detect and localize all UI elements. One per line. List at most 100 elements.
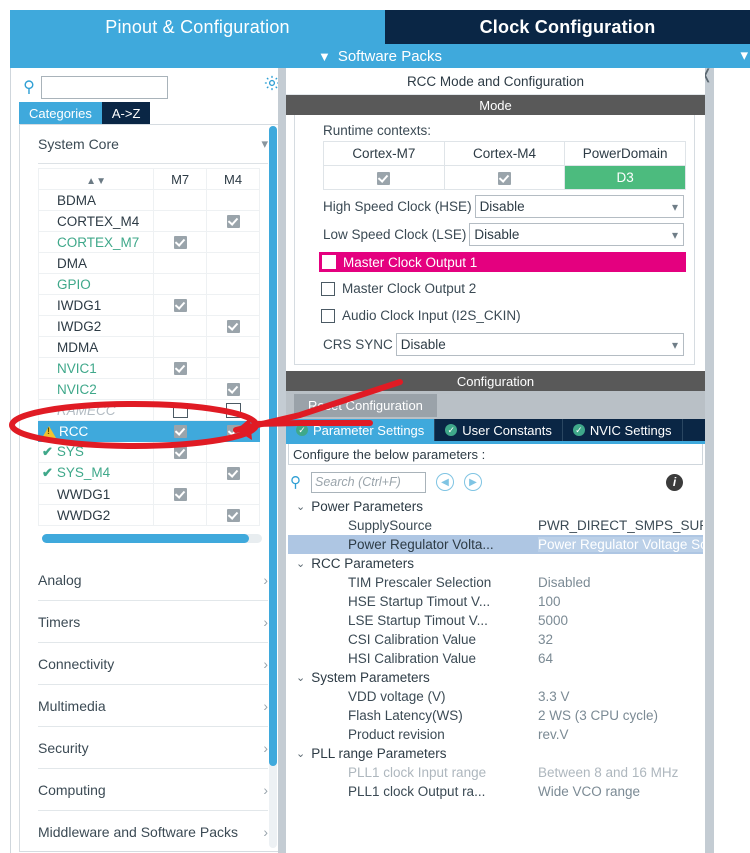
table-row[interactable]: DMA bbox=[37, 252, 260, 274]
checkbox-cell-m7[interactable] bbox=[153, 294, 208, 316]
sidebar-category-connectivity[interactable]: Connectivity › bbox=[38, 643, 268, 685]
column-header-name[interactable]: ▲▼ bbox=[37, 168, 155, 190]
checkbox-cell-m4[interactable] bbox=[206, 441, 260, 463]
checkbox-cell-m7[interactable] bbox=[153, 189, 208, 211]
tab-user-constants[interactable]: ✓ User Constants bbox=[435, 419, 563, 441]
checkbox-cell-m4[interactable] bbox=[206, 420, 260, 442]
parameter-row[interactable]: HSI Calibration Value 64 bbox=[288, 649, 703, 668]
parameter-row[interactable]: PLL1 clock Output ra... Wide VCO range bbox=[288, 782, 703, 801]
table-row[interactable]: WWDG2 bbox=[37, 504, 260, 526]
parameter-group-power-parameters[interactable]: ⌄ Power Parameters bbox=[288, 497, 703, 516]
lse-select[interactable]: Disable ▾ bbox=[469, 223, 684, 246]
search-input[interactable] bbox=[41, 75, 168, 99]
checkbox-cell-m7[interactable] bbox=[153, 273, 208, 295]
sidebar-category-computing[interactable]: Computing › bbox=[38, 769, 268, 811]
table-row[interactable]: NVIC2 bbox=[37, 378, 260, 400]
checkbox-cell-m4[interactable] bbox=[206, 210, 260, 232]
parameter-row[interactable]: Flash Latency(WS) 2 WS (3 CPU cycle) bbox=[288, 706, 703, 725]
checkbox-master-clock-output-1[interactable]: Master Clock Output 1 bbox=[319, 252, 686, 272]
checkbox-audio-clock-input[interactable]: Audio Clock Input (I2S_CKIN) bbox=[321, 305, 684, 326]
tab-clock-configuration[interactable]: Clock Configuration bbox=[385, 10, 750, 44]
runtime-value-cortex-m7[interactable] bbox=[323, 165, 445, 190]
checkbox-cell-m4[interactable] bbox=[206, 294, 260, 316]
checkbox-cell-m7[interactable] bbox=[153, 231, 208, 253]
parameter-value[interactable]: 3.3 V bbox=[538, 689, 703, 704]
table-row[interactable]: ✔ SYS bbox=[37, 441, 260, 463]
parameter-row[interactable]: HSE Startup Timout V... 100 bbox=[288, 592, 703, 611]
table-row[interactable]: IWDG2 bbox=[37, 315, 260, 337]
panel-splitter-middle[interactable] bbox=[278, 68, 286, 853]
parameter-value[interactable]: PWR_DIRECT_SMPS_SUPPLY bbox=[538, 518, 703, 533]
runtime-value-cortex-m4[interactable] bbox=[443, 165, 566, 190]
table-row[interactable]: NVIC1 bbox=[37, 357, 260, 379]
checkbox-cell-m4[interactable] bbox=[206, 273, 260, 295]
checkbox-cell-m4[interactable] bbox=[206, 378, 260, 400]
table-row[interactable]: MDMA bbox=[37, 336, 260, 358]
checkbox-cell-m4[interactable] bbox=[206, 483, 260, 505]
table-row[interactable]: BDMA bbox=[37, 189, 260, 211]
checkbox-cell-m4[interactable] bbox=[206, 504, 260, 526]
sidebar-category-analog[interactable]: Analog › bbox=[38, 559, 268, 601]
parameter-row[interactable]: CSI Calibration Value 32 bbox=[288, 630, 703, 649]
table-row[interactable]: IWDG1 bbox=[37, 294, 260, 316]
table-row[interactable]: CORTEX_M7 bbox=[37, 231, 260, 253]
tab-a-to-z[interactable]: A->Z bbox=[101, 102, 151, 124]
parameter-row[interactable]: Product revision rev.V bbox=[288, 725, 703, 744]
tree-horizontal-scrollbar[interactable] bbox=[42, 534, 262, 543]
checkbox-cell-m4[interactable] bbox=[206, 231, 260, 253]
checkbox-cell-m4[interactable] bbox=[206, 252, 260, 274]
crs-sync-select[interactable]: Disable ▾ bbox=[395, 333, 684, 356]
table-row[interactable]: WWDG1 bbox=[37, 483, 260, 505]
tab-nvic-settings[interactable]: ✓ NVIC Settings bbox=[563, 419, 683, 441]
checkbox-cell-m4[interactable] bbox=[206, 315, 260, 337]
tab-parameter-settings[interactable]: ✓ Parameter Settings bbox=[286, 419, 436, 441]
tab-categories[interactable]: Categories bbox=[19, 102, 102, 124]
sidebar-category-multimedia[interactable]: Multimedia › bbox=[38, 685, 268, 727]
checkbox-cell-m7[interactable] bbox=[153, 252, 208, 274]
checkbox-cell-m4[interactable] bbox=[206, 357, 260, 379]
parameter-search-input[interactable]: Search (Ctrl+F) bbox=[311, 471, 426, 493]
parameter-row[interactable]: LSE Startup Timout V... 5000 bbox=[288, 611, 703, 630]
chevron-left-circle-icon[interactable]: ◀ bbox=[436, 473, 454, 491]
checkbox-cell-m7[interactable] bbox=[153, 399, 208, 421]
software-packs-bar[interactable]: ▼ Software Packs bbox=[10, 44, 750, 68]
parameter-row[interactable]: TIM Prescaler Selection Disabled bbox=[288, 573, 703, 592]
checkbox-cell-m7[interactable] bbox=[153, 378, 208, 400]
info-icon[interactable]: i bbox=[666, 473, 683, 491]
scrollbar-thumb[interactable] bbox=[42, 534, 249, 543]
parameter-value[interactable]: 5000 bbox=[538, 613, 703, 628]
checkbox-master-clock-output-2[interactable]: Master Clock Output 2 bbox=[321, 278, 684, 299]
parameter-value[interactable]: Between 8 and 16 MHz bbox=[538, 765, 703, 780]
checkbox-cell-m7[interactable] bbox=[153, 315, 208, 337]
sidebar-vertical-scrollbar[interactable] bbox=[269, 126, 277, 848]
hse-select[interactable]: Disable ▾ bbox=[474, 195, 684, 218]
parameter-value[interactable]: Disabled bbox=[538, 575, 703, 590]
parameter-row[interactable]: SupplySource PWR_DIRECT_SMPS_SUPPLY bbox=[288, 516, 703, 535]
parameter-value[interactable]: Power Regulator Voltage Scale 1 bbox=[538, 537, 703, 552]
scrollbar-thumb[interactable] bbox=[269, 126, 277, 766]
table-row[interactable]: RAMECC bbox=[37, 399, 260, 421]
parameter-row[interactable]: Power Regulator Volta... Power Regulator … bbox=[288, 535, 703, 554]
column-header-m7[interactable]: M7 bbox=[153, 168, 208, 190]
parameter-group-rcc-parameters[interactable]: ⌄ RCC Parameters bbox=[288, 554, 703, 573]
checkbox-cell-m7[interactable] bbox=[153, 336, 208, 358]
table-row[interactable]: ✔ SYS_M4 bbox=[37, 462, 260, 484]
parameter-value[interactable]: 2 WS (3 CPU cycle) bbox=[538, 708, 703, 723]
checkbox-cell-m7[interactable] bbox=[153, 483, 208, 505]
checkbox-cell-m7[interactable] bbox=[153, 441, 208, 463]
parameter-row[interactable]: PLL1 clock Input range Between 8 and 16 M… bbox=[288, 763, 703, 782]
parameter-value[interactable]: 32 bbox=[538, 632, 703, 647]
table-row[interactable]: CORTEX_M4 bbox=[37, 210, 260, 232]
parameter-value[interactable]: Wide VCO range bbox=[538, 784, 703, 799]
reset-configuration-button[interactable]: Reset Configuration bbox=[294, 393, 437, 417]
chevron-right-circle-icon[interactable]: ▶ bbox=[464, 473, 482, 491]
group-header-system-core[interactable]: System Core ▾ bbox=[38, 125, 268, 164]
column-header-m4[interactable]: M4 bbox=[206, 168, 260, 190]
parameter-value[interactable]: 64 bbox=[538, 651, 703, 666]
checkbox-cell-m4[interactable] bbox=[206, 462, 260, 484]
table-row[interactable]: GPIO bbox=[37, 273, 260, 295]
checkbox-cell-m7[interactable] bbox=[153, 420, 208, 442]
parameter-value[interactable]: rev.V bbox=[538, 727, 703, 742]
chevron-down-icon-right[interactable]: ▾ bbox=[740, 46, 748, 64]
checkbox-cell-m4[interactable] bbox=[206, 189, 260, 211]
